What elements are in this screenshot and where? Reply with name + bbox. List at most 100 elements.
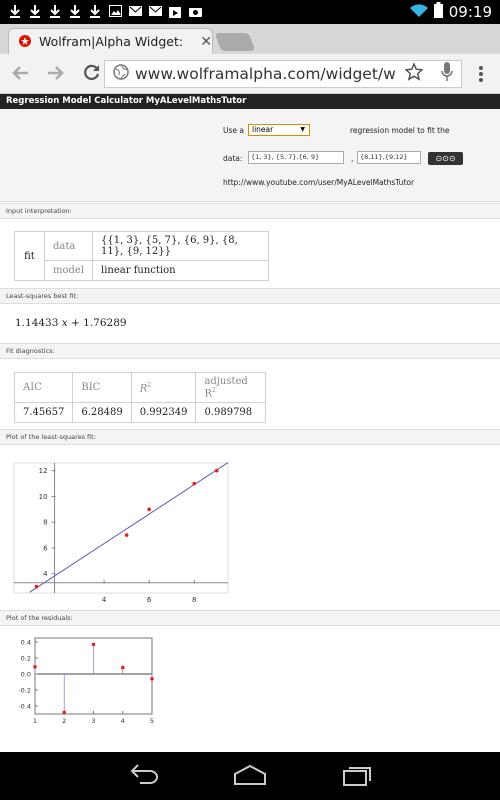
residual-point (62, 710, 67, 715)
y-tick-label: 4 (43, 570, 48, 578)
data-point (214, 468, 219, 473)
toolbar: www.wolframalpha.com/widget/widge (0, 54, 500, 94)
widget-form: Use a linear ▼ regression model to fit t… (0, 109, 500, 202)
back-icon[interactable] (6, 62, 34, 86)
r-squared-value: 0.992349 (130, 402, 197, 424)
url-text: www.wolframalpha.com/widget/widge (135, 65, 397, 83)
download-icon (88, 3, 102, 19)
battery-icon (433, 2, 443, 22)
home-nav-icon[interactable] (234, 764, 266, 790)
microphone-icon[interactable] (441, 62, 453, 86)
y-tick-label: -0.2 (18, 687, 31, 695)
wolfram-logo-icon (19, 32, 31, 51)
y-tick-label: 10 (39, 493, 48, 501)
menu-icon[interactable] (478, 65, 484, 87)
pod-title-input: Input interpretation: (0, 203, 500, 219)
image-icon (108, 3, 122, 19)
status-bar: 09:19 (0, 0, 500, 24)
back-nav-icon[interactable] (130, 764, 160, 788)
fit-slope: 1.14433 (15, 317, 59, 329)
fit-intercept: + 1.76289 (71, 317, 127, 329)
y-tick-label: -0.4 (18, 703, 31, 711)
use-a-label: Use a (223, 126, 244, 135)
data-point (124, 533, 129, 537)
model-select-value: linear (252, 125, 274, 134)
x-tick-label: 4 (121, 717, 125, 725)
aic-header: AIC (13, 371, 74, 404)
bookmark-star-icon[interactable] (404, 62, 424, 85)
fit-plot: 4 6 8 4 6 8 10 12 (13, 462, 229, 604)
download-icon (68, 3, 82, 19)
residuals-plot: 0.4 0.2 0.0 -0.2 -0.41 2 3 4 5 (18, 637, 154, 725)
data-label: data: (223, 154, 243, 163)
new-tab-button[interactable] (214, 33, 256, 51)
download-icon (8, 3, 22, 19)
model-select[interactable]: linear ▼ (248, 124, 310, 136)
r-squared-header: R2 (130, 371, 197, 404)
youtube-url: http://www.youtube.com/user/MyALevelMath… (223, 178, 415, 187)
aic-value: 7.45657 (13, 402, 74, 424)
email-icon (148, 3, 162, 19)
recents-nav-icon[interactable] (343, 764, 373, 790)
email-icon (128, 3, 142, 19)
model-value-cell: linear function (92, 260, 270, 281)
status-right: 09:19 (409, 2, 492, 22)
residual-point (120, 665, 125, 670)
fit-cell: fit (14, 231, 45, 281)
dropdown-arrow-icon: ▼ (300, 126, 305, 133)
bic-header: BIC (72, 371, 132, 404)
tab-wolfram[interactable]: Wolfram|Alpha Widget: ✕ (8, 28, 213, 54)
y-tick-label: 8 (43, 519, 47, 527)
y-tick-label: 6 (43, 544, 48, 552)
x-tick-label: 8 (192, 596, 196, 604)
adjusted-r-squared-header: adjusted R2 (195, 371, 267, 404)
residual-point (91, 642, 96, 647)
data-label-cell: data (43, 231, 94, 261)
wifi-icon (409, 3, 428, 22)
tab-title: Wolfram|Alpha Widget: (39, 34, 184, 49)
y-tick-label: 0.0 (21, 671, 31, 679)
data-input-1[interactable]: {1, 3}, {5, 7},{6, 9} (248, 151, 344, 164)
data-value-cell: {{1, 3}, {5, 7}, {6, 9}, {8, 11}, {9, 12… (92, 231, 270, 261)
data-point (192, 481, 197, 486)
x-tick-label: 2 (62, 717, 66, 725)
data-point (34, 584, 39, 589)
input-interpretation-table: fit data {{1, 3}, {5, 7}, {6, 9}, {8, 11… (14, 231, 270, 281)
adjusted-r-squared-value: 0.989798 (195, 402, 267, 424)
camera-icon (188, 3, 202, 19)
regression-text: regression model to fit the (350, 126, 450, 135)
y-tick-label: 0.4 (21, 639, 31, 647)
x-tick-label: 6 (147, 596, 152, 604)
model-label-cell: model (43, 260, 94, 281)
data-input-2[interactable]: {8,11},{9,12} (357, 151, 421, 164)
best-fit-expression: 1.14433 x + 1.76289 (15, 317, 127, 329)
widget-title: Regression Model Calculator MyALevelMath… (0, 94, 500, 109)
bic-value: 6.28489 (72, 402, 132, 424)
download-icon (28, 3, 42, 19)
close-tab-icon[interactable]: ✕ (200, 34, 212, 50)
tab-strip: Wolfram|Alpha Widget: ✕ (0, 24, 500, 54)
x-tick-label: 1 (33, 717, 37, 725)
residual-point (150, 677, 154, 681)
pod-title-diagnostics: Fit diagnostics: (0, 343, 500, 359)
x-tick-label: 4 (102, 596, 107, 604)
forward-icon[interactable] (42, 62, 70, 86)
y-tick-label: 0.2 (21, 655, 31, 663)
status-time: 09:19 (448, 3, 492, 21)
fit-line (29, 462, 229, 593)
play-store-icon (168, 3, 182, 19)
comma-separator: , (351, 154, 354, 163)
reload-icon[interactable] (78, 62, 106, 86)
pod-title-plot-fit: Plot of the least-squares fit: (0, 429, 500, 445)
residual-point (33, 665, 37, 669)
diagnostics-table: AIC BIC R2 adjusted R2 7.45657 6.28489 0… (13, 371, 267, 424)
fit-variable: x (61, 317, 68, 329)
omnibox[interactable]: www.wolframalpha.com/widget/widge (104, 60, 462, 88)
compute-button[interactable]: ⊙⊙⊙ (428, 152, 463, 165)
notification-icons (8, 3, 202, 19)
x-tick-label: 3 (91, 717, 95, 725)
pod-title-best-fit: Least-squares best fit: (0, 288, 500, 304)
x-tick-label: 5 (150, 717, 154, 725)
pod-title-residuals: Plot of the residuals: (0, 610, 500, 626)
data-point (147, 507, 151, 512)
